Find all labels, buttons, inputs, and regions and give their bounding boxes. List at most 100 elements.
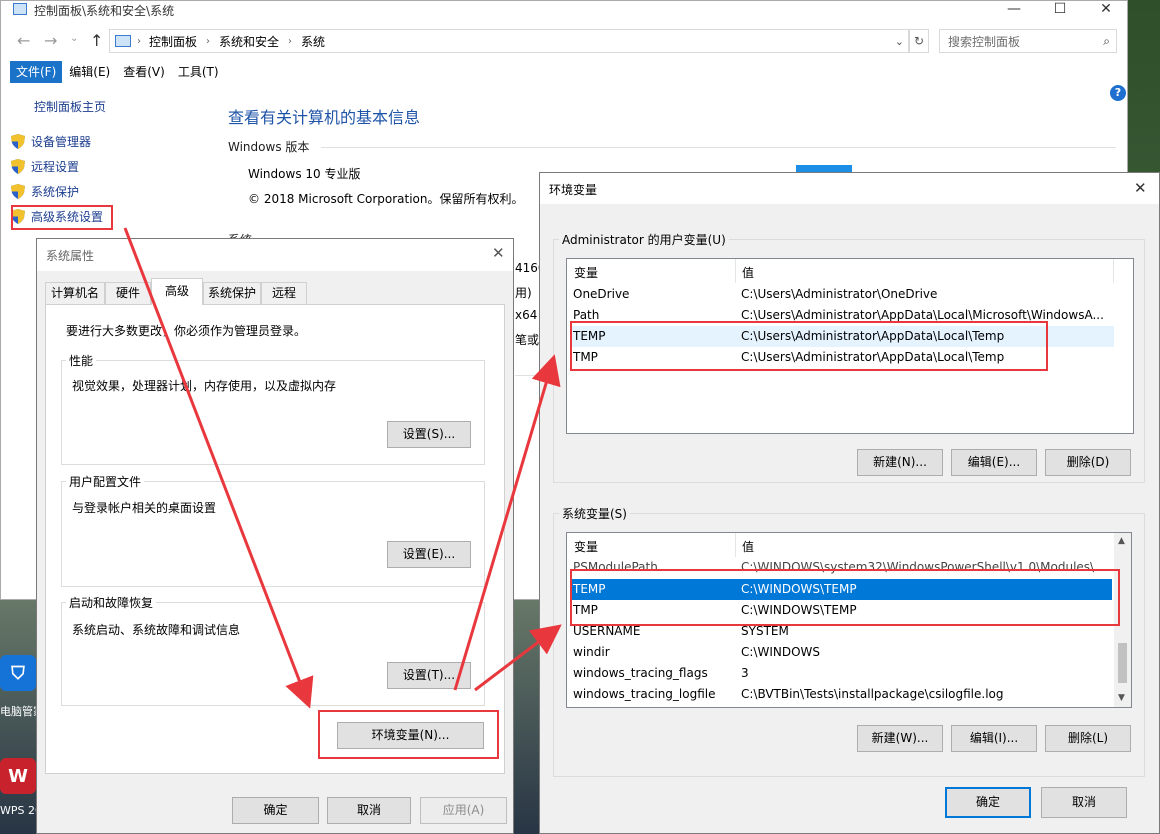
up-arrow-icon[interactable]: ↑ — [90, 31, 103, 50]
address-bar[interactable]: › 控制面板 › 系统和安全 › 系统 ⌄ — [109, 29, 909, 53]
chevron-right-icon: › — [206, 35, 211, 47]
column-header-value[interactable]: 值 — [742, 264, 754, 281]
list-item[interactable]: windows_tracing_logfile C:\BVTBin\Tests\i… — [571, 684, 1112, 705]
shield-icon — [11, 134, 25, 149]
sidebar-home-link[interactable]: 控制面板主页 — [34, 98, 106, 115]
copyright-text: © 2018 Microsoft Corporation。保留所有权利。 — [248, 192, 524, 206]
list-header: 变量 值 — [567, 259, 1133, 283]
chevron-down-icon[interactable]: ⌄ — [895, 35, 904, 48]
system-delete-button[interactable]: 删除(L) — [1045, 725, 1131, 752]
computer-icon — [115, 35, 131, 47]
forward-arrow-icon[interactable]: → — [44, 31, 57, 50]
help-icon[interactable]: ? — [1110, 85, 1126, 101]
refresh-icon[interactable]: ↻ — [909, 29, 929, 53]
cancel-button[interactable]: 取消 — [327, 797, 411, 824]
tab-system-protection[interactable]: 系统保护 — [203, 282, 261, 304]
minimize-button[interactable]: — — [991, 0, 1037, 24]
control-panel-icon — [13, 3, 27, 15]
shield-icon — [11, 184, 25, 199]
scroll-up-icon[interactable]: ▲ — [1118, 536, 1125, 546]
tab-remote[interactable]: 远程 — [261, 282, 307, 304]
profile-group — [61, 481, 485, 587]
search-input[interactable]: 搜索控制面板 ⌕ — [939, 29, 1117, 53]
system-variables-label: 系统变量(S) — [559, 505, 630, 522]
sidebar-item-label: 系统保护 — [31, 185, 80, 199]
scroll-thumb[interactable] — [1118, 643, 1127, 683]
divider — [321, 147, 1116, 148]
performance-settings-button[interactable]: 设置(S)... — [387, 421, 471, 448]
shield-icon — [11, 159, 25, 174]
recent-dropdown-icon[interactable]: ⌄ — [70, 33, 78, 44]
variable-value: C:\Users\Administrator\OneDrive — [741, 287, 938, 301]
tab-computer-name[interactable]: 计算机名 — [45, 282, 105, 304]
column-header-value[interactable]: 值 — [742, 538, 754, 555]
sidebar-item-system-protection[interactable]: 系统保护 — [11, 183, 79, 200]
search-icon: ⌕ — [1103, 33, 1110, 48]
search-placeholder: 搜索控制面板 — [948, 34, 1021, 49]
info-fragment: x64 — [515, 308, 538, 322]
dialog-title: 系统属性 — [46, 249, 95, 263]
dialog-titlebar — [540, 173, 1159, 204]
user-edit-button[interactable]: 编辑(E)... — [951, 449, 1037, 476]
sidebar-item-label: 远程设置 — [31, 160, 80, 174]
breadcrumb-item[interactable]: 控制面板 — [149, 33, 197, 50]
profile-settings-button[interactable]: 设置(E)... — [387, 541, 471, 568]
column-header-variable[interactable]: 变量 — [574, 264, 598, 281]
user-new-button[interactable]: 新建(N)... — [857, 449, 943, 476]
variable-name: windows_tracing_logfile — [573, 687, 716, 701]
window-title: 控制面板\系统和安全\系统 — [34, 4, 175, 18]
sidebar-item-remote-settings[interactable]: 远程设置 — [11, 158, 79, 175]
user-delete-button[interactable]: 删除(D) — [1045, 449, 1131, 476]
variable-value: C:\WINDOWS — [741, 645, 821, 659]
variable-value: 3 — [741, 666, 749, 680]
ok-button[interactable]: 确定 — [945, 787, 1031, 818]
close-icon[interactable]: ✕ — [492, 244, 505, 262]
sidebar-item-device-manager[interactable]: 设备管理器 — [11, 133, 91, 150]
startup-label: 启动和故障恢复 — [66, 594, 157, 611]
tab-advanced[interactable]: 高级 — [151, 278, 203, 305]
close-icon[interactable]: ✕ — [1134, 179, 1147, 197]
variable-name: windir — [573, 645, 610, 659]
back-arrow-icon[interactable]: ← — [17, 31, 30, 50]
system-new-button[interactable]: 新建(W)... — [857, 725, 943, 752]
list-item[interactable]: windows_tracing_flags 3 — [571, 663, 1112, 684]
close-button[interactable]: ✕ — [1083, 0, 1129, 24]
page-heading: 查看有关计算机的基本信息 — [228, 108, 421, 127]
maximize-button[interactable]: ☐ — [1037, 0, 1083, 24]
list-header: 变量 值 — [567, 533, 1131, 557]
wps-icon: W — [0, 758, 36, 794]
desktop-icon-pc-manager[interactable]: ⛉ 电脑管家 — [0, 655, 44, 718]
profile-desc: 与登录帐户相关的桌面设置 — [72, 501, 217, 515]
menu-file[interactable]: 文件(F) — [10, 61, 63, 83]
menu-bar: 文件(F) 编辑(E) 查看(V) 工具(T) — [10, 61, 225, 83]
column-divider — [735, 259, 736, 283]
list-item[interactable]: OneDrive C:\Users\Administrator\OneDrive — [571, 284, 1114, 305]
breadcrumb-item[interactable]: 系统 — [301, 33, 325, 50]
windows-edition: Windows 10 专业版 — [248, 167, 361, 181]
annotation-box-system-temp — [570, 569, 1120, 626]
chevron-right-icon: › — [288, 35, 293, 47]
column-header-variable[interactable]: 变量 — [574, 538, 598, 555]
info-fragment: 用) — [515, 286, 532, 300]
environment-variables-dialog: 环境变量 ✕ Administrator 的用户变量(U) 变量 值 OneDr… — [539, 172, 1160, 834]
breadcrumb-item[interactable]: 系统和安全 — [219, 33, 279, 50]
system-edit-button[interactable]: 编辑(I)... — [951, 725, 1037, 752]
menu-tools[interactable]: 工具(T) — [172, 61, 225, 83]
tab-hardware[interactable]: 硬件 — [105, 282, 151, 304]
startup-group — [61, 602, 485, 706]
desktop-icon-wps[interactable]: W WPS 201 — [0, 758, 49, 818]
user-variables-label: Administrator 的用户变量(U) — [559, 231, 729, 248]
admin-note: 要进行大多数更改，你必须作为管理员登录。 — [66, 324, 307, 338]
scroll-down-icon[interactable]: ▼ — [1118, 693, 1125, 703]
cancel-button[interactable]: 取消 — [1041, 787, 1127, 818]
apply-button[interactable]: 应用(A) — [420, 797, 507, 824]
column-divider — [735, 533, 736, 557]
list-item[interactable]: windir C:\WINDOWS — [571, 642, 1112, 663]
performance-desc: 视觉效果，处理器计划，内存使用，以及虚拟内存 — [72, 379, 337, 393]
performance-group — [61, 360, 485, 465]
menu-edit[interactable]: 编辑(E) — [63, 61, 116, 83]
ok-button[interactable]: 确定 — [232, 797, 319, 824]
startup-desc: 系统启动、系统故障和调试信息 — [72, 623, 241, 637]
menu-view[interactable]: 查看(V) — [117, 61, 171, 83]
startup-settings-button[interactable]: 设置(T)... — [387, 662, 471, 689]
